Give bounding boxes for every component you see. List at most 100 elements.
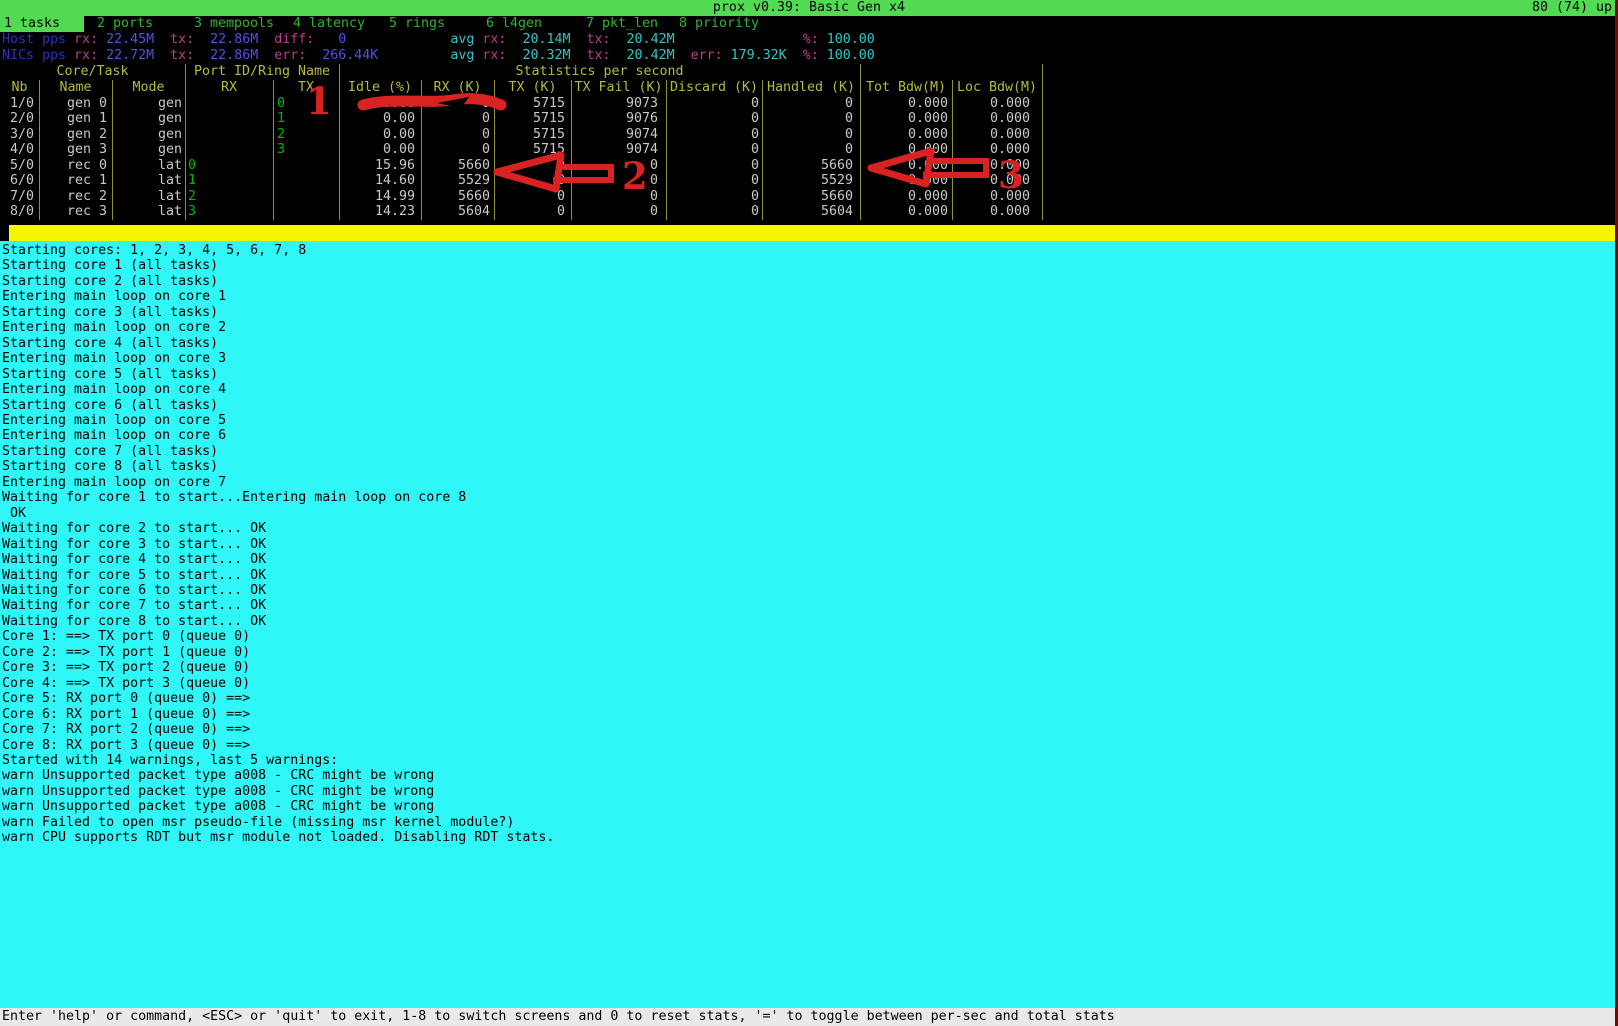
- log-line: Started with 14 warnings, last 5 warning…: [2, 753, 554, 768]
- cell: 0: [671, 142, 759, 158]
- command-status-bar[interactable]: Enter 'help' or command, <ESC> or 'quit'…: [0, 1008, 1618, 1026]
- stat-segment: diff:: [258, 32, 314, 47]
- tab-6-l4gen[interactable]: 6 l4gen: [486, 16, 542, 32]
- stat-segment: 100.00: [827, 32, 875, 47]
- log-line: Starting core 5 (all tasks): [2, 367, 554, 382]
- log-line: Starting core 7 (all tasks): [2, 444, 554, 459]
- stat-segment: NICs pps: [2, 48, 66, 63]
- log-line: Starting cores: 1, 2, 3, 4, 5, 6, 7, 8: [2, 243, 554, 258]
- log-line: OK: [2, 506, 554, 521]
- log-line: Waiting for core 5 to start... OK: [2, 568, 554, 583]
- cell: 0.000: [866, 111, 948, 127]
- stat-segment: 179.32K: [731, 48, 787, 63]
- cell: 0: [428, 111, 490, 127]
- tab-bar: 1 tasks 2 ports 3 mempools 4 latency 5 rings…: [0, 16, 1618, 32]
- cell: 0.000: [866, 158, 948, 174]
- tab-2-ports[interactable]: 2 ports: [97, 16, 153, 32]
- stat-segment: 22.72M: [106, 48, 154, 63]
- stats-table: Core/TaskPort ID/Ring NameStatistics per…: [0, 64, 1060, 220]
- cell: 0.000: [956, 142, 1030, 158]
- cell: 0.000: [956, 111, 1030, 127]
- cell: 7/0: [0, 189, 34, 205]
- stat-segment: 20.42M: [627, 32, 675, 47]
- tab-7-pkt_len[interactable]: 7 pkt_len: [586, 16, 658, 32]
- log-line: warn Unsupported packet type a008 - CRC …: [2, 784, 554, 799]
- stat-segment: Host pps: [2, 32, 66, 47]
- status-bar-text: Enter 'help' or command, <ESC> or 'quit'…: [2, 1008, 1115, 1026]
- log-line: warn Unsupported packet type a008 - CRC …: [2, 799, 554, 814]
- log-line: Waiting for core 3 to start... OK: [2, 537, 554, 552]
- cell: 0: [578, 204, 658, 220]
- cell: 5/0: [0, 158, 34, 174]
- group-header-2: Port ID/Ring Name: [185, 64, 339, 80]
- cell: 4/0: [0, 142, 34, 158]
- group-header-1: Core/Task: [0, 64, 185, 80]
- tab-8-priority[interactable]: 8 priority: [679, 16, 759, 32]
- title-bar: prox v0.39: Basic Gen x4 80 (74) up: [0, 0, 1618, 16]
- table-row: 7/0rec 2lat214.99566000056600.0000.000: [0, 189, 1060, 205]
- log-line: Starting core 1 (all tasks): [2, 258, 554, 273]
- cell: 0: [500, 158, 565, 174]
- stat-segment: err:: [675, 48, 731, 63]
- log-line: Entering main loop on core 7: [2, 475, 554, 490]
- cell: 2/0: [0, 111, 34, 127]
- log-line: Starting core 4 (all tasks): [2, 336, 554, 351]
- log-line: warn Failed to open msr pseudo-file (mis…: [2, 815, 554, 830]
- cursor-block: [0, 225, 9, 241]
- cell: 0: [768, 111, 853, 127]
- cell: 9076: [578, 111, 658, 127]
- cell: 5660: [768, 158, 853, 174]
- log-line: Waiting for core 4 to start... OK: [2, 552, 554, 567]
- cell: 2: [277, 127, 333, 143]
- log-line: Waiting for core 6 to start... OK: [2, 583, 554, 598]
- stat-segment: rx:: [66, 48, 106, 63]
- cell: 0.000: [956, 204, 1030, 220]
- table-row: 5/0rec 0lat015.96566000056600.0000.000: [0, 158, 1060, 174]
- col-header-tx-fail-k: TX Fail (K): [571, 80, 666, 96]
- cell: gen 1: [43, 111, 107, 127]
- cell: gen 2: [43, 127, 107, 143]
- tab-4-latency[interactable]: 4 latency: [293, 16, 365, 32]
- col-header-idle: Idle (%): [339, 80, 421, 96]
- stat-segment: [675, 32, 803, 47]
- cell: 0: [277, 96, 333, 112]
- stat-segment: tx:: [154, 32, 210, 47]
- table-row: 3/0gen 2gen20.00057159074000.0000.000: [0, 127, 1060, 143]
- stat-segment: rx:: [66, 32, 106, 47]
- cell: 14.23: [343, 204, 415, 220]
- cell: 0: [428, 127, 490, 143]
- stat-segment: tx:: [571, 32, 627, 47]
- cell: 0: [428, 96, 490, 112]
- cell: 5529: [428, 173, 490, 189]
- col-header-tot-bdw-m: Tot Bdw(M): [860, 80, 952, 96]
- tab-5-rings[interactable]: 5 rings: [389, 16, 445, 32]
- cell: 0.000: [956, 158, 1030, 174]
- table-row: 6/0rec 1lat114.60552900055290.0000.000: [0, 173, 1060, 189]
- cell: 0: [671, 189, 759, 205]
- table-row: 8/0rec 3lat314.23560400056040.0000.000: [0, 204, 1060, 220]
- cell: rec 2: [43, 189, 107, 205]
- tab-3-mempools[interactable]: 3 mempools: [194, 16, 274, 32]
- cell: lat: [116, 173, 182, 189]
- cell: 14.99: [343, 189, 415, 205]
- cell: 3/0: [0, 127, 34, 143]
- cell: 0.000: [866, 127, 948, 143]
- stat-segment: rx:: [474, 32, 522, 47]
- log-line: warn Unsupported packet type a008 - CRC …: [2, 768, 554, 783]
- cell: rec 3: [43, 204, 107, 220]
- cell: 0: [768, 127, 853, 143]
- cell: 0.00: [343, 111, 415, 127]
- log-line: Waiting for core 7 to start... OK: [2, 598, 554, 613]
- window-title: prox v0.39: Basic Gen x4: [713, 0, 905, 15]
- cell: lat: [116, 189, 182, 205]
- cell: 5715: [500, 96, 565, 112]
- stat-segment: 20.42M: [627, 48, 675, 63]
- cell: 0: [188, 158, 248, 174]
- cell: lat: [116, 204, 182, 220]
- cell: 0: [671, 158, 759, 174]
- cell: lat: [116, 158, 182, 174]
- col-header-tx: TX: [273, 80, 339, 96]
- cell: 0.00: [343, 142, 415, 158]
- cell: 1: [277, 111, 333, 127]
- tab-1-tasks[interactable]: 1 tasks: [0, 16, 84, 32]
